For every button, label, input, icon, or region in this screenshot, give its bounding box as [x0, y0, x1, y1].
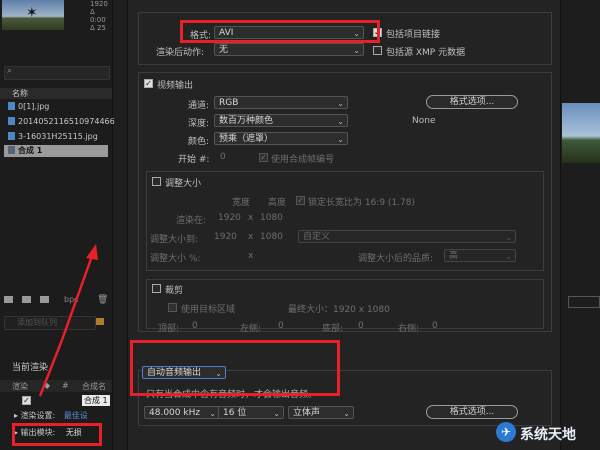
watermark-logo-icon: ✈ — [496, 422, 516, 442]
annotation-arrow-head — [86, 244, 98, 260]
watermark: ✈ 系统天地 — [496, 420, 596, 446]
annotation-arrow — [38, 244, 98, 397]
annotation-arrow-shaft — [60, 255, 94, 341]
watermark-text: 系统天地 — [520, 427, 576, 443]
annotation-arrow-tail — [38, 339, 64, 397]
